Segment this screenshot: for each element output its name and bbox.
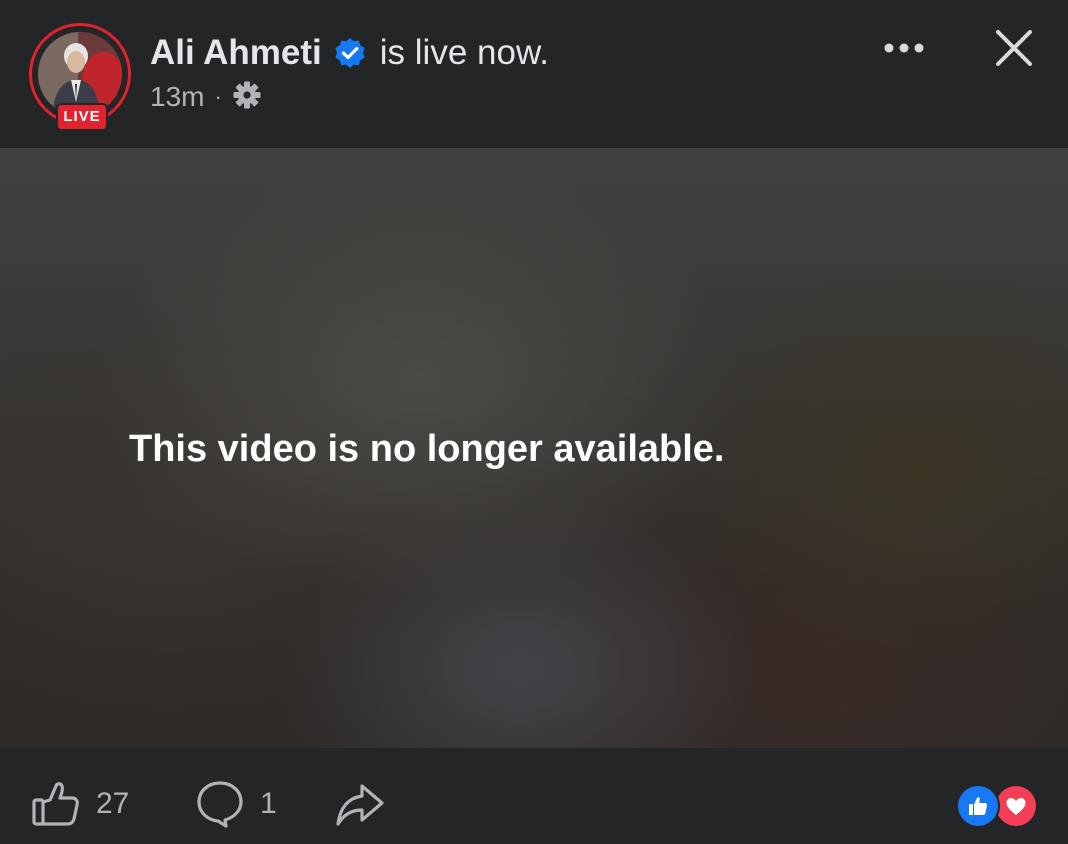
live-status-text: is live now. <box>379 33 550 72</box>
post-header: LIVE Ali Ahmeti is live now. 13m · <box>0 0 1068 148</box>
close-icon <box>996 30 1032 66</box>
like-reaction-icon <box>956 784 1000 828</box>
more-options-button[interactable] <box>876 30 932 66</box>
comment-bubble-icon <box>197 781 243 828</box>
close-button[interactable] <box>988 22 1040 74</box>
comment-button[interactable]: 1 <box>194 778 277 830</box>
author-name[interactable]: Ali Ahmeti <box>150 33 322 73</box>
share-arrow-icon <box>336 784 384 826</box>
like-count: 27 <box>96 787 130 820</box>
post-title: Ali Ahmeti is live now. <box>150 30 549 76</box>
like-button[interactable]: 27 <box>30 778 129 830</box>
post-meta: 13m · <box>150 80 262 114</box>
video-unavailable-message: This video is no longer available. <box>129 428 725 470</box>
live-badge: LIVE <box>56 103 108 131</box>
video-player[interactable]: This video is no longer available. <box>0 148 1068 748</box>
verified-badge-icon <box>334 37 366 69</box>
thumbs-up-icon <box>32 782 79 826</box>
reaction-summary[interactable] <box>956 784 1042 828</box>
gear-icon[interactable] <box>232 80 262 115</box>
love-reaction-icon <box>994 784 1038 828</box>
more-dots-icon <box>884 43 924 53</box>
live-avatar[interactable]: LIVE <box>29 23 131 131</box>
post-actions-bar: 27 1 <box>0 748 1068 844</box>
comment-count: 1 <box>260 787 277 820</box>
post-time[interactable]: 13m <box>150 81 204 113</box>
share-button[interactable] <box>334 778 386 830</box>
meta-separator: · <box>214 84 222 109</box>
